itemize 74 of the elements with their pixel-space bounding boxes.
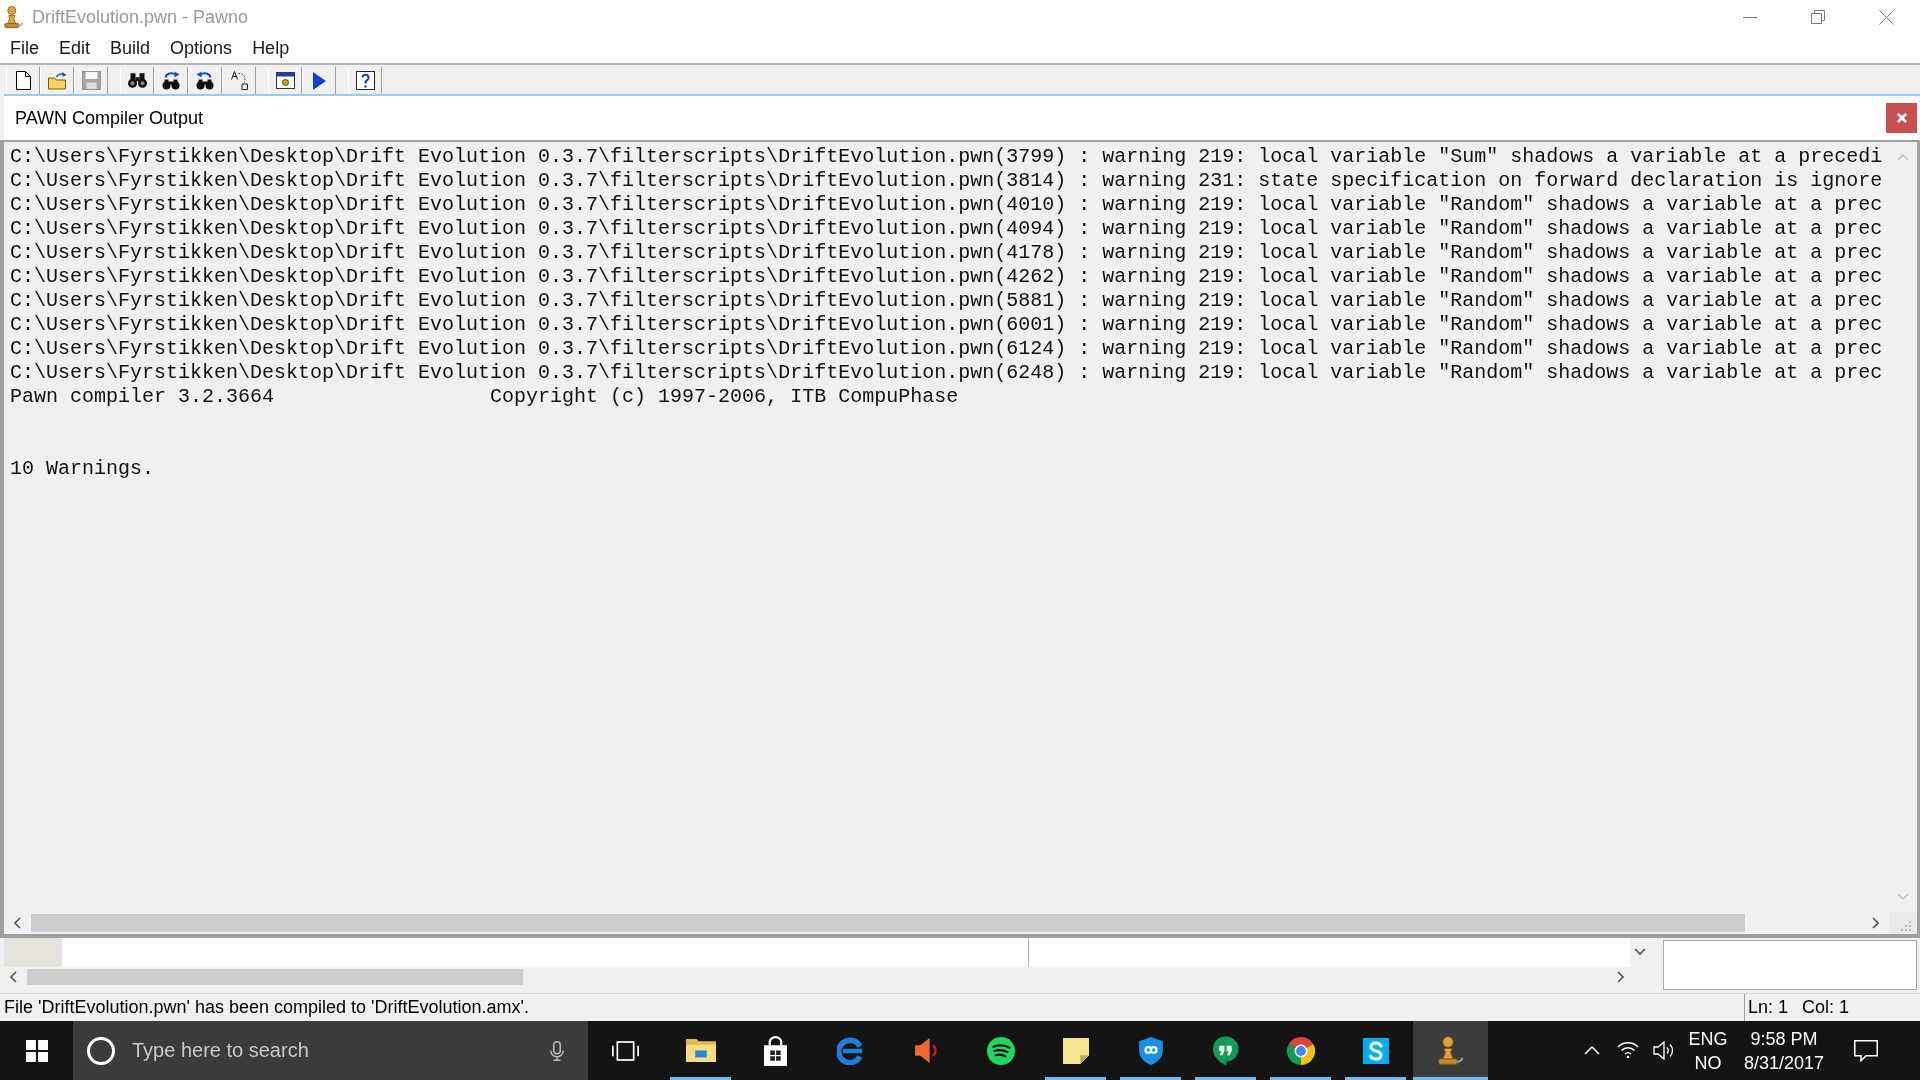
shield-icon[interactable] (1138, 1036, 1163, 1065)
task-view-icon[interactable] (612, 1040, 639, 1061)
pawn-icon[interactable] (1437, 1036, 1464, 1065)
close-icon[interactable] (1878, 9, 1894, 25)
search-field[interactable]: Type here to search (132, 1039, 538, 1062)
keyboard-layout[interactable]: NO (1694, 1052, 1722, 1073)
sound-waves-icon[interactable] (986, 1036, 1015, 1065)
line-number-gutter (4, 938, 62, 967)
toolbar-button[interactable] (348, 67, 382, 94)
s-logo-icon[interactable] (1362, 1037, 1389, 1064)
resize-grip-icon[interactable] (1901, 921, 1911, 931)
horizontal-scrollbar[interactable] (4, 912, 1889, 934)
toolbar-button[interactable] (6, 67, 40, 94)
help-icon[interactable] (355, 71, 375, 90)
output-line: C:\Users\Fyrstikken\Desktop\Drift Evolution 0.3.7\filterscripts\DriftEvolution.pwn(4262) : warning 219: local variable "Random" shadows a variable at a prec (10, 265, 1883, 289)
binoculars-arrow-icon[interactable] (162, 71, 180, 90)
output-line: C:\Users\Fyrstikken\Desktop\Drift Evolution 0.3.7\filterscripts\DriftEvolution.pwn(6248) : warning 219: local variable "Random" shadows a variable at a prec (10, 361, 1883, 385)
menu-item[interactable]: Edit (49, 36, 101, 61)
quote-bubble-icon[interactable] (1212, 1035, 1239, 1066)
output-line: C:\Users\Fyrstikken\Desktop\Drift Evolution 0.3.7\filterscripts\DriftEvolution.pwn(6001) : warning 219: local variable "Random" shadows a variable at a prec (10, 313, 1883, 337)
window-title: DriftEvolution.pwn - Pawno (32, 6, 249, 28)
dotted-arrow-icon[interactable] (230, 71, 248, 90)
close-button[interactable] (1886, 103, 1917, 133)
menu-item[interactable]: Build (100, 36, 161, 61)
speaker-icon[interactable] (914, 1038, 937, 1063)
scroll-left-icon[interactable] (14, 917, 21, 929)
column-indicator: Col: 1 (1802, 997, 1850, 1018)
output-line: C:\Users\Fyrstikken\Desktop\Drift Evolution 0.3.7\filterscripts\DriftEvolution.pwn(3799) : warning 219: local variable "Sum" shadows a variable at a precedi (10, 145, 1883, 169)
e-logo-icon[interactable] (836, 1036, 865, 1065)
menu-item[interactable]: Help (242, 36, 300, 61)
shopping-bag-icon[interactable] (764, 1035, 787, 1066)
volume-icon[interactable] (1653, 1041, 1675, 1060)
clock-date[interactable]: 8/31/2017 (1743, 1052, 1825, 1073)
scrollbar-thumb[interactable] (31, 914, 1745, 932)
search-box[interactable]: Type here to search (73, 1021, 588, 1080)
scrollbar-thumb[interactable] (27, 969, 523, 985)
binoculars-icon[interactable] (127, 73, 147, 88)
microphone-icon[interactable] (550, 1040, 564, 1061)
pawn-icon (4, 6, 24, 28)
play-icon[interactable] (312, 71, 326, 90)
ring-logo-icon[interactable] (1286, 1036, 1315, 1065)
binoculars-arrow-icon[interactable] (196, 71, 214, 90)
warning-count: 10 Warnings. (10, 457, 155, 481)
compiler-version: Pawn compiler 3.2.3664 (10, 385, 275, 409)
scroll-down-icon[interactable] (1634, 948, 1646, 955)
page-icon[interactable] (15, 71, 31, 90)
window-icon[interactable] (275, 72, 295, 89)
scroll-right-icon[interactable] (1872, 917, 1879, 929)
line-indicator: Ln: 1 (1748, 997, 1789, 1018)
language-indicator[interactable]: ENG (1688, 1028, 1728, 1049)
output-line: C:\Users\Fyrstikken\Desktop\Drift Evolution 0.3.7\filterscripts\DriftEvolution.pwn(6124) : warning 219: local variable "Random" shadows a variable at a prec (10, 337, 1883, 361)
panel-title: PAWN Compiler Output (15, 107, 204, 129)
output-line: C:\Users\Fyrstikken\Desktop\Drift Evolution 0.3.7\filterscripts\DriftEvolution.pwn(3814) : warning 231: state specification on forward declaration is ignore (10, 169, 1883, 193)
minimize-icon[interactable] (1743, 16, 1757, 18)
menu-item[interactable]: File (0, 36, 49, 61)
output-line: C:\Users\Fyrstikken\Desktop\Drift Evolution 0.3.7\filterscripts\DriftEvolution.pwn(4010) : warning 219: local variable "Random" shadows a variable at a prec (10, 193, 1883, 217)
wifi-icon[interactable] (1617, 1042, 1639, 1059)
scroll-left-icon[interactable] (10, 971, 17, 983)
note-icon[interactable] (1062, 1037, 1089, 1064)
status-message: File 'DriftEvolution.pwn' has been compiled to 'DriftEvolution.amx'. (4, 997, 529, 1018)
ring-icon[interactable] (87, 1036, 115, 1065)
clock-time[interactable]: 9:58 PM (1750, 1028, 1818, 1049)
start-icon[interactable] (25, 1039, 48, 1062)
output-line: C:\Users\Fyrstikken\Desktop\Drift Evolution 0.3.7\filterscripts\DriftEvolution.pwn(5881) : warning 219: local variable "Random" shadows a variable at a prec (10, 289, 1883, 313)
scroll-right-icon[interactable] (1617, 971, 1624, 983)
folder-icon[interactable] (685, 1039, 716, 1062)
speech-bubble-icon[interactable] (1854, 1039, 1878, 1062)
output-line: C:\Users\Fyrstikken\Desktop\Drift Evolution 0.3.7\filterscripts\DriftEvolution.pwn(4178) : warning 219: local variable "Random" shadows a variable at a prec (10, 241, 1883, 265)
menu-item[interactable]: Options (160, 36, 243, 61)
restore-icon[interactable] (1811, 10, 1825, 24)
chevron-up-icon[interactable] (1584, 1046, 1600, 1055)
toolbar-button[interactable] (268, 67, 302, 94)
copyright-notice: Copyright (c) 1997-2006, ITB CompuPhase (490, 385, 959, 409)
output-line: C:\Users\Fyrstikken\Desktop\Drift Evolution 0.3.7\filterscripts\DriftEvolution.pwn(4094) : warning 219: local variable "Random" shadows a variable at a prec (10, 217, 1883, 241)
